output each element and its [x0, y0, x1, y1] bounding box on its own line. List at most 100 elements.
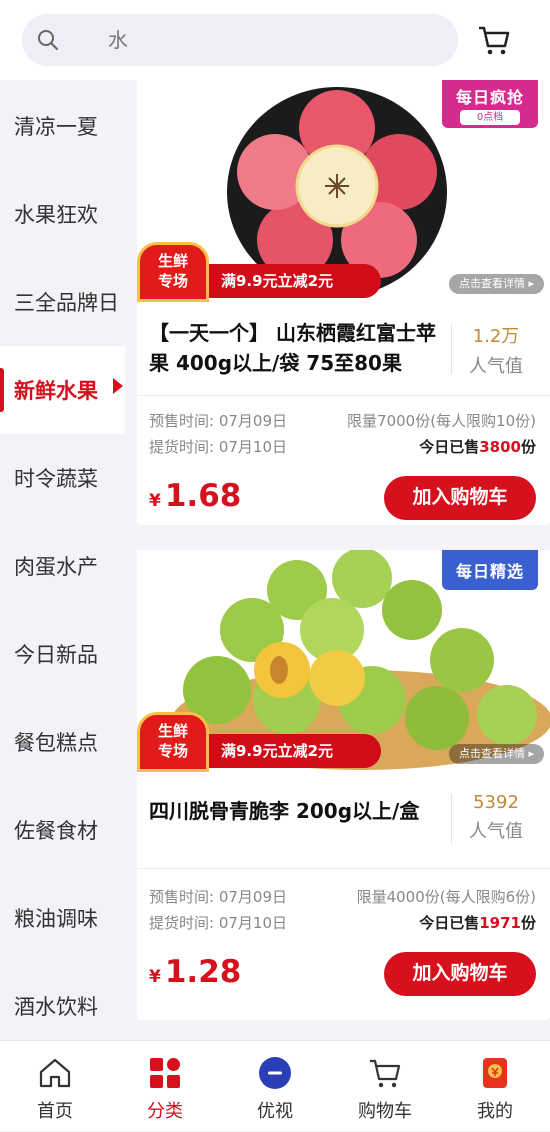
sidebar-item-bakery[interactable]: 餐包糕点	[0, 698, 125, 786]
pickup-time: 提货时间: 07月10日	[149, 438, 287, 456]
view-details-chip[interactable]: 点击查看详情 ▸	[448, 274, 544, 294]
add-to-cart-button[interactable]: 加入购物车	[384, 476, 536, 520]
active-arrow-icon	[113, 378, 123, 394]
sold-prefix: 今日已售	[419, 914, 480, 932]
category-icon	[150, 1058, 180, 1088]
sidebar-item-label: 时令蔬菜	[14, 467, 98, 491]
fresh-special-tag: 生鲜 专场	[137, 712, 209, 772]
sold-count: 3800	[479, 438, 521, 456]
tag-line: 生鲜	[157, 252, 188, 270]
tag-line: 专场	[157, 742, 188, 760]
tag-line: 生鲜	[157, 722, 188, 740]
sold-today: 今日已售1971份	[419, 912, 536, 933]
top-bar: 水	[0, 0, 550, 80]
sidebar-item-label: 水果狂欢	[14, 203, 98, 227]
sidebar-item-summer[interactable]: 清凉一夏	[0, 82, 125, 170]
video-icon	[259, 1057, 291, 1089]
cart-icon	[370, 1059, 401, 1088]
sidebar-item-grain-oil[interactable]: 粮油调味	[0, 874, 125, 962]
product-title[interactable]: 【一天一个】 山东栖霞红富士苹果 400g以上/袋 75至80果	[149, 318, 449, 378]
currency-symbol: ¥	[149, 491, 161, 511]
sidebar-item-label: 今日新品	[14, 643, 98, 667]
badge-title: 每日精选	[455, 562, 524, 581]
sidebar-item-label: 餐包糕点	[14, 731, 98, 755]
category-sidebar: 清凉一夏 水果狂欢 三全品牌日 新鲜水果 时令蔬菜 肉蛋水产 今日新品 餐包糕点…	[0, 80, 125, 1040]
divider	[451, 794, 452, 844]
product-card[interactable]: 每日疯抢 0点档 满9.9元立减2元 生鲜 专场 点击查看详情 ▸ 【一天一个】…	[137, 80, 550, 525]
sidebar-item-label: 佐餐食材	[14, 819, 98, 843]
promo-banner: 满9.9元立减2元 生鲜 专场 点击查看详情 ▸	[137, 242, 550, 302]
sidebar-item-meat-seafood[interactable]: 肉蛋水产	[0, 522, 125, 610]
promo-banner: 满9.9元立减2元 生鲜 专场 点击查看详情 ▸	[137, 712, 550, 772]
tab-label: 优视	[257, 1101, 293, 1122]
product-image[interactable]: 每日精选 满9.9元立减2元 生鲜 专场 点击查看详情 ▸	[137, 550, 550, 772]
tab-category[interactable]: 分类	[110, 1041, 220, 1132]
popularity-label: 人气值	[469, 821, 523, 842]
currency-symbol: ¥	[149, 967, 161, 987]
price-value: 1.68	[164, 478, 242, 514]
popularity-value: 1.2万	[472, 326, 520, 347]
cart-icon[interactable]	[476, 22, 512, 58]
product-card[interactable]: 每日精选 满9.9元立减2元 生鲜 专场 点击查看详情 ▸ 四川脱骨青脆李 20…	[137, 550, 550, 1020]
promo-text: 满9.9元立减2元	[203, 734, 381, 768]
sidebar-item-label: 三全品牌日	[14, 291, 119, 315]
tab-label: 首页	[37, 1101, 73, 1122]
divider	[137, 395, 550, 396]
sold-prefix: 今日已售	[419, 438, 480, 456]
tab-cart[interactable]: 购物车	[330, 1041, 440, 1132]
badge-title: 每日疯抢	[455, 88, 524, 107]
sidebar-item-label: 新鲜水果	[14, 379, 98, 403]
tab-label: 我的	[477, 1101, 513, 1122]
home-icon	[39, 1058, 71, 1088]
tab-home[interactable]: 首页	[0, 1041, 110, 1132]
tab-video[interactable]: 优视	[220, 1041, 330, 1132]
popularity: 5392 人气值	[456, 792, 536, 843]
tag-line: 专场	[157, 272, 188, 290]
product-image[interactable]: 每日疯抢 0点档 满9.9元立减2元 生鲜 专场 点击查看详情 ▸	[137, 80, 550, 302]
bottom-tab-bar: 首页 分类 优视 购物车 我的	[0, 1040, 550, 1131]
divider	[137, 868, 550, 869]
popularity: 1.2万 人气值	[456, 322, 536, 378]
popularity-value: 5392	[473, 792, 519, 813]
price: ¥1.68	[149, 478, 241, 514]
profile-icon	[483, 1058, 507, 1088]
divider	[451, 324, 452, 374]
add-to-cart-button[interactable]: 加入购物车	[384, 952, 536, 996]
search-bar[interactable]: 水	[22, 14, 458, 66]
sidebar-item-fruit-carnival[interactable]: 水果狂欢	[0, 170, 125, 258]
tab-label: 购物车	[358, 1101, 412, 1122]
sidebar-item-fresh-fruit[interactable]: 新鲜水果	[0, 346, 125, 434]
view-details-chip[interactable]: 点击查看详情 ▸	[448, 744, 544, 764]
daily-rush-badge: 每日疯抢 0点档	[442, 80, 538, 128]
sidebar-item-label: 粮油调味	[14, 907, 98, 931]
fresh-special-tag: 生鲜 专场	[137, 242, 209, 302]
pickup-time: 提货时间: 07月10日	[149, 914, 287, 932]
badge-subtitle: 0点档	[460, 110, 520, 125]
sidebar-item-vegetables[interactable]: 时令蔬菜	[0, 434, 125, 522]
sold-count: 1971	[479, 914, 521, 932]
purchase-limit: 限量7000份(每人限购10份)	[347, 412, 536, 430]
product-title[interactable]: 四川脱骨青脆李 200g以上/盒	[149, 796, 449, 826]
presale-time: 预售时间: 07月09日	[149, 412, 287, 430]
sidebar-item-label: 肉蛋水产	[14, 555, 98, 579]
sidebar-item-brand-day[interactable]: 三全品牌日	[0, 258, 125, 346]
price: ¥1.28	[149, 954, 241, 990]
popularity-label: 人气值	[469, 356, 523, 377]
product-list[interactable]: 每日疯抢 0点档 满9.9元立减2元 生鲜 专场 点击查看详情 ▸ 【一天一个】…	[125, 80, 550, 1040]
daily-pick-badge: 每日精选	[442, 550, 538, 590]
presale-time: 预售时间: 07月09日	[149, 888, 287, 906]
sidebar-item-new-today[interactable]: 今日新品	[0, 610, 125, 698]
tab-profile[interactable]: 我的	[440, 1041, 550, 1132]
sidebar-item-side-dishes[interactable]: 佐餐食材	[0, 786, 125, 874]
search-icon	[38, 30, 58, 50]
promo-text: 满9.9元立减2元	[203, 264, 381, 298]
sidebar-item-label: 清凉一夏	[14, 115, 98, 139]
sidebar-item-label: 酒水饮料	[14, 995, 98, 1019]
search-input[interactable]: 水	[108, 24, 128, 53]
price-value: 1.28	[164, 954, 242, 990]
sold-suffix: 份	[520, 914, 536, 932]
sidebar-item-drinks[interactable]: 酒水饮料	[0, 962, 125, 1050]
purchase-limit: 限量4000份(每人限购6份)	[356, 888, 536, 906]
sold-today: 今日已售3800份	[419, 436, 536, 457]
tab-label: 分类	[147, 1101, 183, 1122]
